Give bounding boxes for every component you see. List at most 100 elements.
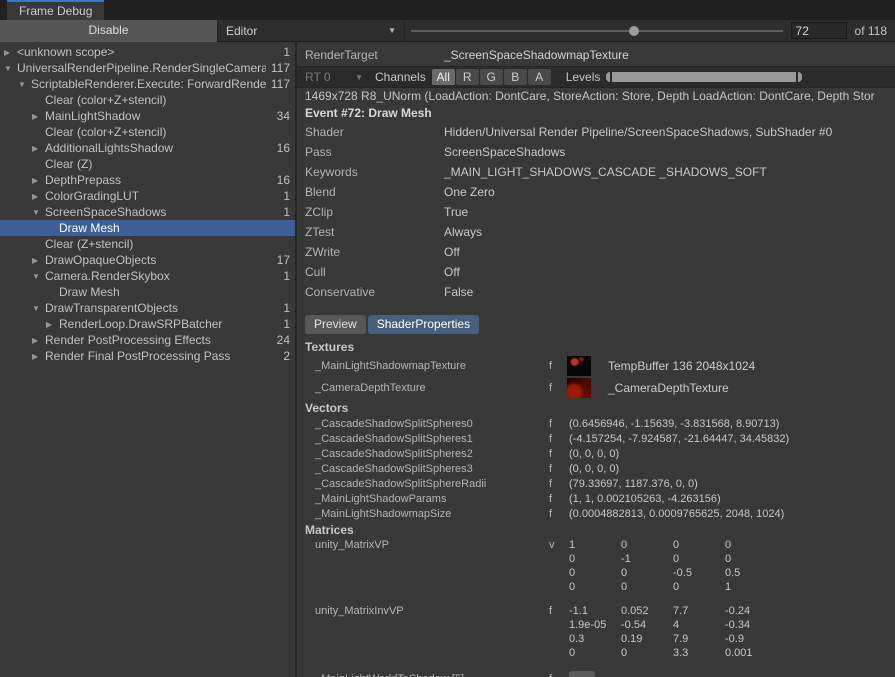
texture-value: _CameraDepthTexture bbox=[608, 381, 729, 395]
matrices-list: unity_MatrixVPv10000-10000-0.50.50001uni… bbox=[297, 538, 895, 677]
tree-row[interactable]: ▶Render PostProcessing Effects24 bbox=[0, 332, 295, 348]
textures-list: _MainLightShadowmapTexturefTempBuffer 13… bbox=[297, 355, 895, 399]
texture-type: f bbox=[549, 360, 567, 372]
shaderproperties-tab[interactable]: ShaderProperties bbox=[368, 315, 479, 334]
vector-name: _CascadeShadowSplitSphereRadii bbox=[297, 478, 549, 490]
tree-row[interactable]: ▶MainLightShadow34 bbox=[0, 108, 295, 124]
matrix-cell: 0.001 bbox=[725, 646, 777, 660]
tree-row-label: Clear (Z) bbox=[45, 157, 266, 171]
matrix-values: -1.10.0527.7-0.241.9e-05-0.544-0.340.30.… bbox=[569, 604, 777, 660]
tree-row-label: AdditionalLightsShadow bbox=[45, 141, 266, 155]
tree-row[interactable]: Clear (Z+stencil) bbox=[0, 236, 295, 252]
property-value: False bbox=[444, 285, 473, 299]
tree-row[interactable]: ▼UniversalRenderPipeline.RenderSingleCam… bbox=[0, 60, 295, 76]
expand-arrow-icon[interactable]: ▶ bbox=[32, 352, 44, 361]
channel-all-button[interactable]: All bbox=[432, 69, 455, 85]
levels-range-bar[interactable] bbox=[612, 72, 796, 82]
target-dropdown[interactable]: Editor ▼ bbox=[218, 20, 405, 42]
tree-row-count: 1 bbox=[266, 317, 290, 331]
channel-b-button[interactable]: B bbox=[504, 69, 527, 85]
frame-debug-tab[interactable]: Frame Debug bbox=[7, 0, 104, 20]
tree-row[interactable]: ▼ScriptableRenderer.Execute: ForwardRend… bbox=[0, 76, 295, 92]
preview-tab[interactable]: Preview bbox=[305, 315, 366, 334]
tree-row-count: 1 bbox=[266, 269, 290, 283]
expand-arrow-icon[interactable]: ▶ bbox=[32, 192, 44, 201]
vector-name: _CascadeShadowSplitSpheres3 bbox=[297, 463, 549, 475]
channel-r-button[interactable]: R bbox=[456, 69, 479, 85]
collapse-arrow-icon[interactable]: ▼ bbox=[4, 64, 16, 73]
tree-row[interactable]: ▶DepthPrepass16 bbox=[0, 172, 295, 188]
disable-button[interactable]: Disable bbox=[0, 20, 218, 42]
tree-row[interactable]: Draw Mesh bbox=[0, 220, 295, 236]
matrix-cell: -0.34 bbox=[725, 618, 777, 632]
property-label: ZWrite bbox=[297, 245, 444, 259]
tree-row[interactable]: ▶<unknown scope>1 bbox=[0, 44, 295, 60]
matrix-cell: 0 bbox=[569, 580, 621, 594]
matrix-name: unity_MatrixVP bbox=[297, 538, 549, 594]
tree-row-label: ColorGradingLUT bbox=[45, 189, 266, 203]
matrix-expand-button[interactable]: ... bbox=[569, 671, 595, 677]
property-value: _MAIN_LIGHT_SHADOWS_CASCADE _SHADOWS_SOF… bbox=[444, 165, 767, 179]
levels-min-handle[interactable] bbox=[606, 72, 610, 82]
frame-slider-track[interactable] bbox=[411, 30, 783, 32]
depth-thumbnail[interactable] bbox=[567, 378, 591, 398]
tree-row[interactable]: ▼DrawTransparentObjects1 bbox=[0, 300, 295, 316]
event-tree: ▶<unknown scope>1▼UniversalRenderPipelin… bbox=[0, 42, 297, 677]
tree-row-label: DrawOpaqueObjects bbox=[45, 253, 266, 267]
tree-row-count: 1 bbox=[266, 301, 290, 315]
channel-buttons-group: AllRGBA bbox=[432, 69, 551, 85]
tree-row[interactable]: ▶AdditionalLightsShadow16 bbox=[0, 140, 295, 156]
collapse-arrow-icon[interactable]: ▼ bbox=[32, 208, 44, 217]
texture-row: _CameraDepthTexturef_CameraDepthTexture bbox=[297, 377, 895, 399]
vector-type: f bbox=[549, 448, 569, 460]
expand-arrow-icon[interactable]: ▶ bbox=[4, 48, 16, 57]
vector-row: _CascadeShadowSplitSpheres2f(0, 0, 0, 0) bbox=[297, 446, 895, 461]
rt-index-dropdown[interactable]: RT 0 ▼ bbox=[305, 70, 363, 84]
matrix-cell: 0 bbox=[725, 552, 777, 566]
tree-row[interactable]: Clear (color+Z+stencil) bbox=[0, 92, 295, 108]
levels-max-handle[interactable] bbox=[798, 72, 802, 82]
shadowmap-thumbnail[interactable] bbox=[567, 356, 591, 376]
levels-range-slider[interactable] bbox=[606, 72, 802, 82]
collapse-arrow-icon[interactable]: ▼ bbox=[32, 304, 44, 313]
expand-arrow-icon[interactable]: ▶ bbox=[32, 256, 44, 265]
collapse-arrow-icon[interactable]: ▼ bbox=[32, 272, 44, 281]
tree-row[interactable]: ▶Render Final PostProcessing Pass2 bbox=[0, 348, 295, 364]
tree-row-count: 1 bbox=[266, 45, 290, 59]
matrix-cell: -1 bbox=[621, 552, 673, 566]
tree-row[interactable]: Draw Mesh bbox=[0, 284, 295, 300]
tree-row-label: Clear (color+Z+stencil) bbox=[45, 93, 266, 107]
vector-type: f bbox=[549, 463, 569, 475]
tree-row[interactable]: Clear (Z) bbox=[0, 156, 295, 172]
expand-arrow-icon[interactable]: ▶ bbox=[32, 112, 44, 121]
frame-slider[interactable] bbox=[405, 20, 791, 42]
expand-arrow-icon[interactable]: ▶ bbox=[46, 320, 58, 329]
tree-row[interactable]: ▶ColorGradingLUT1 bbox=[0, 188, 295, 204]
matrix-cell: 0 bbox=[621, 566, 673, 580]
collapse-arrow-icon[interactable]: ▼ bbox=[18, 80, 30, 89]
tree-row[interactable]: Clear (color+Z+stencil) bbox=[0, 124, 295, 140]
target-dropdown-value: Editor bbox=[226, 24, 257, 38]
property-label: Keywords bbox=[297, 165, 444, 179]
matrix-cell: 0 bbox=[673, 538, 725, 552]
frame-slider-handle[interactable] bbox=[629, 26, 639, 36]
matrix-cell: -1.1 bbox=[569, 604, 621, 618]
tree-row[interactable]: ▶RenderLoop.DrawSRPBatcher1 bbox=[0, 316, 295, 332]
frame-number-input[interactable] bbox=[791, 22, 847, 39]
vector-value: (0, 0, 0, 0) bbox=[569, 448, 619, 460]
channel-g-button[interactable]: G bbox=[480, 69, 503, 85]
expand-arrow-icon[interactable]: ▶ bbox=[32, 336, 44, 345]
tree-row[interactable]: ▼Camera.RenderSkybox1 bbox=[0, 268, 295, 284]
expand-arrow-icon[interactable]: ▶ bbox=[32, 144, 44, 153]
expand-arrow-icon[interactable]: ▶ bbox=[32, 176, 44, 185]
property-row: PassScreenSpaceShadows bbox=[297, 142, 895, 162]
tree-row-count: 117 bbox=[266, 77, 290, 91]
vector-value: (0.6456946, -1.15639, -3.831568, 8.90713… bbox=[569, 418, 779, 430]
vector-name: _CascadeShadowSplitSpheres2 bbox=[297, 448, 549, 460]
tree-row[interactable]: ▼ScreenSpaceShadows1 bbox=[0, 204, 295, 220]
tree-row[interactable]: ▶DrawOpaqueObjects17 bbox=[0, 252, 295, 268]
tree-row-count: 16 bbox=[266, 141, 290, 155]
matrix-cell: 0 bbox=[621, 538, 673, 552]
channel-a-button[interactable]: A bbox=[528, 69, 551, 85]
property-label: ZTest bbox=[297, 225, 444, 239]
